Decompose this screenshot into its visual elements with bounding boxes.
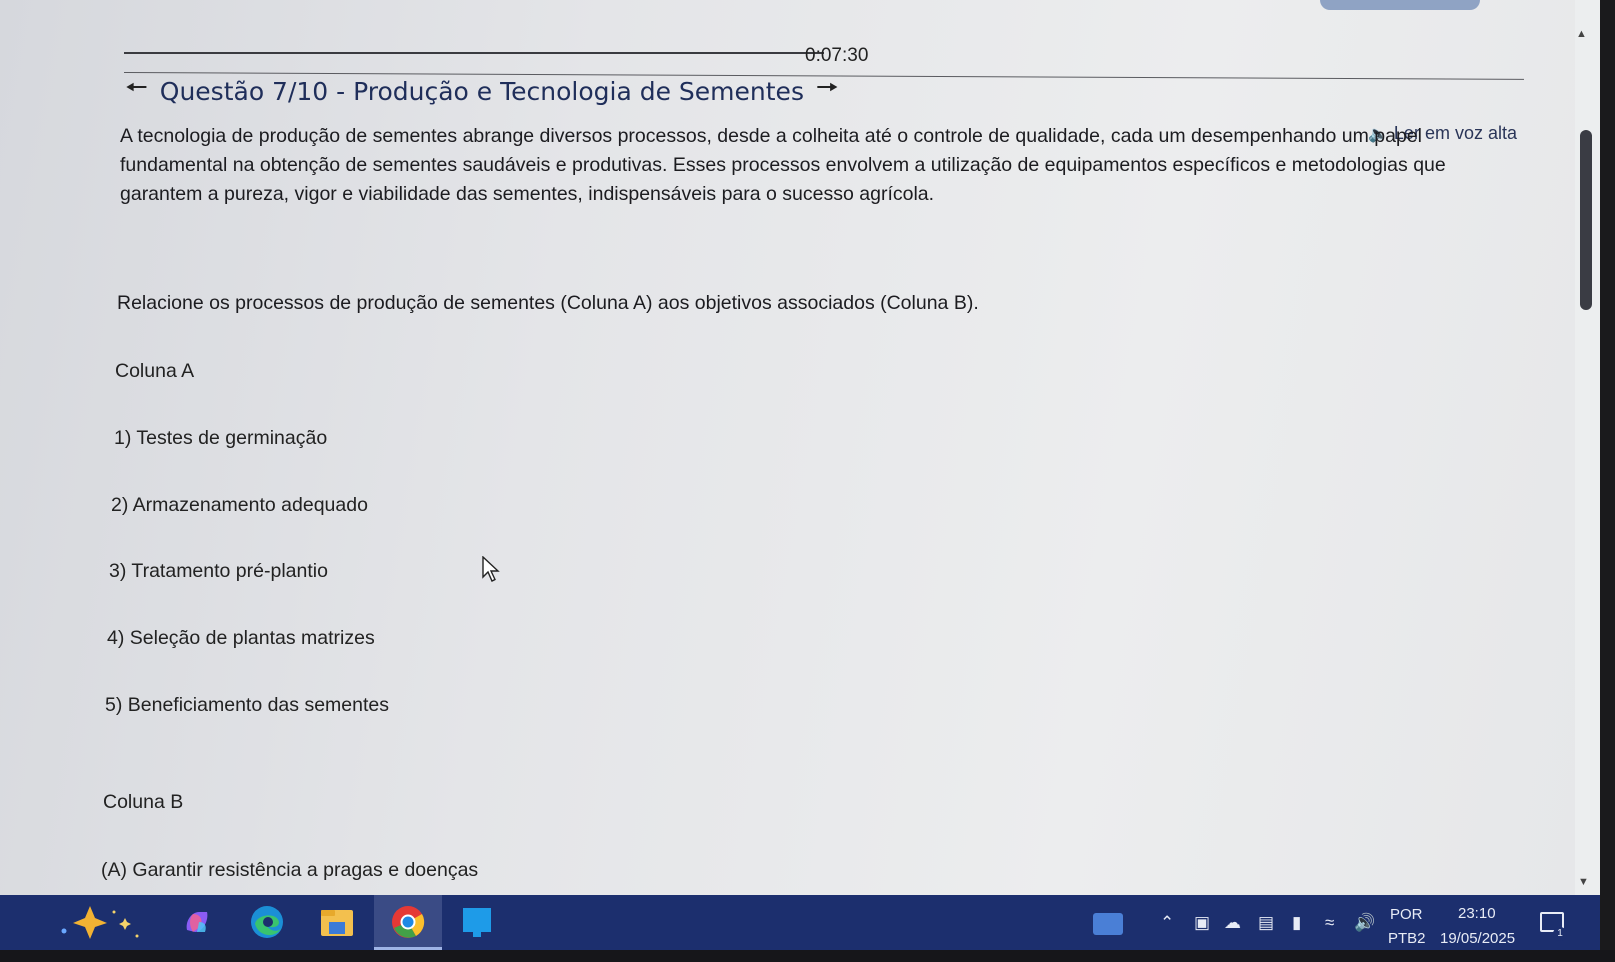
browser-tab-edge[interactable] bbox=[1320, 0, 1480, 10]
column-a-item: 5) Beneficiamento das sementes bbox=[105, 694, 389, 716]
keyboard-layout[interactable]: PTB2 bbox=[1388, 930, 1426, 947]
intro-line: garantem a pureza, vigor e viabilidade d… bbox=[120, 183, 935, 205]
arrow-right-icon[interactable]: 🠖 bbox=[816, 69, 839, 113]
scroll-down-icon[interactable]: ▼ bbox=[1578, 876, 1589, 888]
divider bbox=[124, 52, 824, 54]
language-code[interactable]: POR bbox=[1390, 906, 1423, 923]
column-a-heading: Coluna A bbox=[115, 360, 195, 382]
column-a-item: 4) Seleção de plantas matrizes bbox=[107, 627, 375, 649]
scrollbar-thumb[interactable] bbox=[1580, 130, 1592, 310]
chrome-icon[interactable] bbox=[389, 903, 427, 941]
question-header: 🠔 Questão 7/10 - Produção e Tecnologia d… bbox=[125, 69, 839, 113]
scroll-up-icon[interactable]: ▲ bbox=[1576, 28, 1587, 40]
screen-bezel bbox=[1600, 0, 1615, 962]
chevron-up-icon[interactable]: ⌃ bbox=[1160, 913, 1174, 933]
timer: 0:07:30 bbox=[805, 45, 869, 66]
question-title: Questão 7/10 - Produção e Tecnologia de … bbox=[159, 76, 804, 106]
intro-line: fundamental na obtenção de sementes saud… bbox=[120, 154, 1446, 176]
clock-date[interactable]: 19/05/2025 bbox=[1440, 930, 1515, 947]
copilot-icon[interactable] bbox=[178, 903, 216, 941]
edge-icon[interactable] bbox=[248, 903, 286, 941]
screen-icon[interactable]: ▤ bbox=[1258, 913, 1274, 933]
column-a-item: 3) Tratamento pré-plantio bbox=[109, 560, 328, 582]
column-a-item: 1) Testes de germinação bbox=[114, 427, 328, 449]
notification-badge: 1 bbox=[1553, 927, 1567, 941]
volume-icon[interactable]: 🔊 bbox=[1354, 913, 1375, 933]
question-prompt: Relacione os processos de produção de se… bbox=[117, 292, 979, 314]
mouse-cursor-icon bbox=[482, 556, 500, 582]
column-b-item: (A) Garantir resistência a pragas e doen… bbox=[101, 859, 479, 881]
file-explorer-icon[interactable] bbox=[318, 903, 356, 941]
question-intro: A tecnologia de produção de sementes abr… bbox=[120, 122, 1500, 209]
clock-time[interactable]: 23:10 bbox=[1458, 905, 1496, 922]
meet-icon[interactable]: ▣ bbox=[1194, 913, 1210, 933]
sparkle-widget-icon[interactable] bbox=[55, 900, 155, 945]
screen-bezel bbox=[0, 950, 1615, 962]
widget-tray-icon[interactable] bbox=[1093, 913, 1123, 935]
column-b-heading: Coluna B bbox=[103, 791, 184, 813]
exam-page: 0:07:30 🠔 Questão 7/10 - Produção e Tecn… bbox=[0, 0, 1575, 895]
intro-line: A tecnologia de produção de sementes abr… bbox=[120, 125, 1422, 147]
app-icon[interactable] bbox=[458, 903, 496, 941]
arrow-left-icon[interactable]: 🠔 bbox=[125, 69, 148, 113]
onedrive-icon[interactable]: ☁ bbox=[1224, 913, 1241, 933]
battery-icon[interactable]: ▮ bbox=[1292, 913, 1301, 933]
wifi-icon[interactable]: ≈ bbox=[1325, 913, 1334, 933]
column-a-item: 2) Armazenamento adequado bbox=[111, 494, 368, 516]
